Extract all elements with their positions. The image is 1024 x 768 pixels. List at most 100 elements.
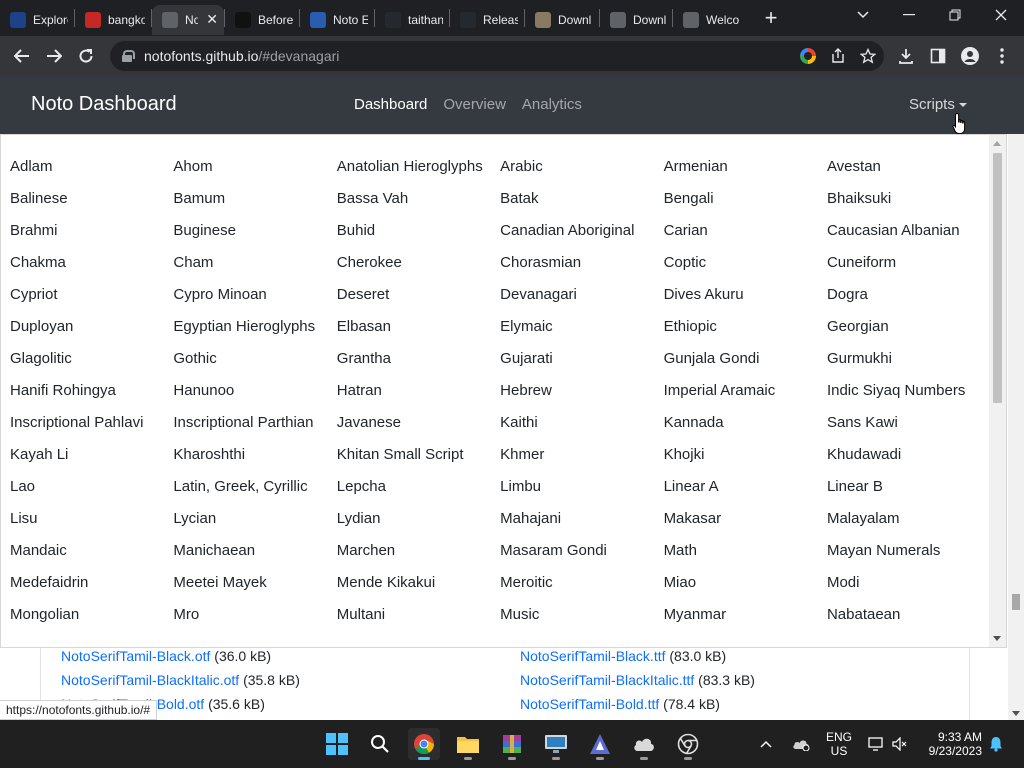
script-item[interactable]: Chorasmian bbox=[500, 251, 663, 275]
dropdown-scroll-up-arrow[interactable] bbox=[993, 141, 1001, 146]
script-item[interactable]: Lepcha bbox=[337, 475, 500, 499]
script-item[interactable]: Cuneiform bbox=[827, 251, 990, 275]
nav-link-overview[interactable]: Overview bbox=[443, 96, 506, 113]
reload-button[interactable] bbox=[70, 40, 102, 72]
tab-search-button[interactable] bbox=[840, 0, 886, 30]
start-button[interactable] bbox=[321, 728, 353, 760]
taskbar-font-app[interactable] bbox=[584, 728, 616, 760]
script-item[interactable]: Avestan bbox=[827, 155, 990, 179]
script-item[interactable]: Imperial Aramaic bbox=[664, 379, 827, 403]
script-item[interactable]: Canadian Aboriginal bbox=[500, 219, 663, 243]
script-item[interactable]: Nabataean bbox=[827, 603, 990, 627]
dropdown-scrollbar[interactable] bbox=[989, 135, 1006, 647]
browser-tab[interactable]: Downl bbox=[600, 5, 672, 35]
script-item[interactable]: Grantha bbox=[337, 347, 500, 371]
script-item[interactable]: Linear B bbox=[827, 475, 990, 499]
script-item[interactable]: Kaithi bbox=[500, 411, 663, 435]
script-item[interactable]: Myanmar bbox=[664, 603, 827, 627]
taskbar-chromium[interactable] bbox=[672, 728, 704, 760]
script-item[interactable]: Inscriptional Pahlavi bbox=[10, 411, 173, 435]
script-item[interactable]: Indic Siyaq Numbers bbox=[827, 379, 990, 403]
input-language-indicator[interactable]: ENG US bbox=[826, 730, 852, 758]
onedrive-tray[interactable] bbox=[792, 720, 810, 768]
google-lens-icon[interactable] bbox=[800, 48, 816, 64]
downloads-button[interactable] bbox=[890, 40, 922, 72]
taskbar-clock[interactable]: 9:33 AM 9/23/2023 bbox=[926, 730, 982, 758]
browser-tab[interactable]: Release bbox=[450, 5, 524, 35]
script-item[interactable]: Elymaic bbox=[500, 315, 663, 339]
browser-tab[interactable]: bangkok bbox=[75, 5, 151, 35]
minimize-button[interactable] bbox=[886, 0, 932, 30]
script-item[interactable]: Hatran bbox=[337, 379, 500, 403]
script-item[interactable]: Inscriptional Parthian bbox=[173, 411, 336, 435]
nav-link-analytics[interactable]: Analytics bbox=[522, 96, 582, 113]
taskbar-search-button[interactable] bbox=[364, 728, 396, 760]
page-scrollbar-thumb[interactable] bbox=[1012, 594, 1020, 610]
lock-icon[interactable] bbox=[122, 50, 135, 62]
script-item[interactable]: Javanese bbox=[337, 411, 500, 435]
script-item[interactable]: Dogra bbox=[827, 283, 990, 307]
script-item[interactable]: Hanifi Rohingya bbox=[10, 379, 173, 403]
script-item[interactable]: Mro bbox=[173, 603, 336, 627]
script-item[interactable]: Elbasan bbox=[337, 315, 500, 339]
script-item[interactable]: Ahom bbox=[173, 155, 336, 179]
script-item[interactable]: Hebrew bbox=[500, 379, 663, 403]
script-item[interactable]: Lao bbox=[10, 475, 173, 499]
script-item[interactable]: Kharoshthi bbox=[173, 443, 336, 467]
script-item[interactable]: Khmer bbox=[500, 443, 663, 467]
script-item[interactable]: Gunjala Gondi bbox=[664, 347, 827, 371]
script-item[interactable]: Music bbox=[500, 603, 663, 627]
script-item[interactable]: Lydian bbox=[337, 507, 500, 531]
script-item[interactable]: Limbu bbox=[500, 475, 663, 499]
script-item[interactable]: Marchen bbox=[337, 539, 500, 563]
browser-tab[interactable]: Welco bbox=[673, 5, 749, 35]
script-item[interactable]: Ethiopic bbox=[664, 315, 827, 339]
script-item[interactable]: Hanunoo bbox=[173, 379, 336, 403]
script-item[interactable]: Malayalam bbox=[827, 507, 990, 531]
script-item[interactable]: Makasar bbox=[664, 507, 827, 531]
script-item[interactable]: Armenian bbox=[664, 155, 827, 179]
script-item[interactable]: Kayah Li bbox=[10, 443, 173, 467]
volume-tray[interactable] bbox=[892, 720, 908, 768]
taskbar-file-explorer[interactable] bbox=[452, 728, 484, 760]
script-item[interactable]: Multani bbox=[337, 603, 500, 627]
back-button[interactable] bbox=[6, 40, 38, 72]
script-item[interactable]: Mayan Numerals bbox=[827, 539, 990, 563]
script-item[interactable]: Masaram Gondi bbox=[500, 539, 663, 563]
new-tab-button[interactable]: + bbox=[757, 4, 785, 32]
close-window-button[interactable] bbox=[978, 0, 1024, 30]
script-item[interactable]: Brahmi bbox=[10, 219, 173, 243]
close-tab-icon[interactable]: ✕ bbox=[206, 11, 218, 28]
script-item[interactable]: Bengali bbox=[664, 187, 827, 211]
otf-file-link[interactable]: NotoSerifTamil-BlackItalic.otf bbox=[61, 672, 239, 688]
ttf-file-link[interactable]: NotoSerifTamil-Black.ttf bbox=[520, 648, 665, 664]
forward-button[interactable] bbox=[38, 40, 70, 72]
script-item[interactable]: Coptic bbox=[664, 251, 827, 275]
restore-button[interactable] bbox=[932, 0, 978, 30]
address-bar[interactable]: notofonts.github.io/#devanagari bbox=[110, 41, 884, 71]
otf-file-link[interactable]: NotoSerifTamil-Black.otf bbox=[61, 648, 210, 664]
script-item[interactable]: Cypro Minoan bbox=[173, 283, 336, 307]
script-item[interactable]: Bassa Vah bbox=[337, 187, 500, 211]
page-scrollbar[interactable] bbox=[1008, 134, 1024, 720]
notifications-button[interactable] bbox=[988, 720, 1004, 768]
script-item[interactable]: Dives Akuru bbox=[664, 283, 827, 307]
script-item[interactable]: Mongolian bbox=[10, 603, 173, 627]
script-item[interactable]: Cypriot bbox=[10, 283, 173, 307]
chevron-up-icon[interactable] bbox=[760, 740, 772, 748]
page-scroll-down-arrow[interactable] bbox=[1012, 711, 1020, 716]
script-item[interactable]: Math bbox=[664, 539, 827, 563]
taskbar-winrar[interactable] bbox=[496, 728, 528, 760]
script-item[interactable]: Mandaic bbox=[10, 539, 173, 563]
script-item[interactable]: Modi bbox=[827, 571, 990, 595]
script-item[interactable]: Chakma bbox=[10, 251, 173, 275]
script-item[interactable]: Sans Kawi bbox=[827, 411, 990, 435]
taskbar-chrome[interactable] bbox=[408, 728, 440, 760]
script-item[interactable]: Bhaiksuki bbox=[827, 187, 990, 211]
script-item[interactable]: Balinese bbox=[10, 187, 173, 211]
script-item[interactable]: Meetei Mayek bbox=[173, 571, 336, 595]
site-brand[interactable]: Noto Dashboard bbox=[31, 93, 177, 116]
script-item[interactable]: Miao bbox=[664, 571, 827, 595]
browser-tab[interactable]: Explore bbox=[0, 5, 74, 35]
script-item[interactable]: Devanagari bbox=[500, 283, 663, 307]
